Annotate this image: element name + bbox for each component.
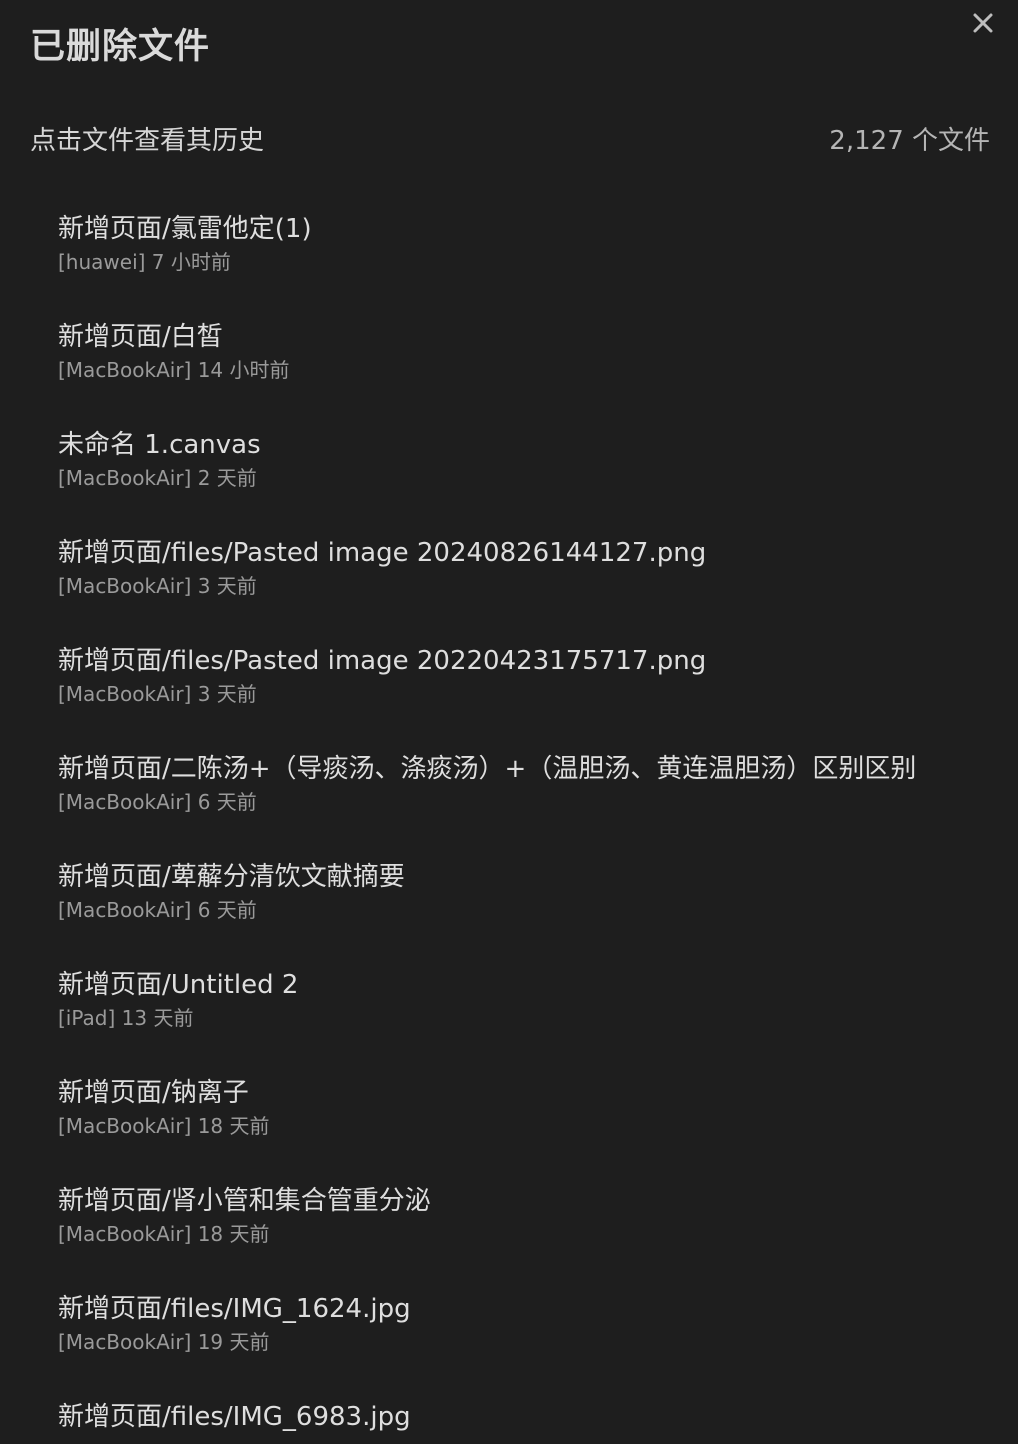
file-name: 新增页面/files/Pasted image 20220423175717.p…: [58, 646, 707, 676]
file-name: 新增页面/肾小管和集合管重分泌: [58, 1186, 431, 1216]
list-item[interactable]: 新增页面/files/Pasted image 20240826144127.p…: [58, 534, 998, 642]
list-item[interactable]: 新增页面/萆薢分清饮文献摘要 [MacBookAir] 6 天前: [58, 858, 998, 966]
file-meta: [huawei] 7 小时前: [58, 250, 231, 274]
file-meta: [MacBookAir] 18 天前: [58, 1222, 270, 1246]
list-item[interactable]: 新增页面/files/Pasted image 20220423175717.p…: [58, 642, 998, 750]
file-name: 新增页面/萆薢分清饮文献摘要: [58, 862, 405, 892]
close-icon: [973, 13, 993, 33]
modal-title: 已删除文件: [30, 27, 211, 67]
file-name: 新增页面/二陈汤+（导痰汤、涤痰汤）+（温胆汤、黄连温胆汤）区别区别: [58, 754, 917, 784]
file-name: 未命名 1.canvas: [58, 430, 261, 460]
list-item[interactable]: 新增页面/氯雷他定(1) [huawei] 7 小时前: [58, 210, 998, 318]
close-button[interactable]: [966, 6, 1000, 40]
file-meta: [MacBookAir] 2 天前: [58, 466, 257, 490]
list-item[interactable]: 新增页面/Untitled 2 [iPad] 13 天前: [58, 966, 998, 1074]
file-meta: [MacBookAir] 6 天前: [58, 898, 257, 922]
file-name: 新增页面/files/IMG_6983.jpg: [58, 1402, 411, 1432]
list-item[interactable]: 新增页面/二陈汤+（导痰汤、涤痰汤）+（温胆汤、黄连温胆汤）区别区别 [MacBo…: [58, 750, 998, 858]
list-item[interactable]: 新增页面/钠离子 [MacBookAir] 18 天前: [58, 1074, 998, 1182]
file-count: 2,127 个文件: [829, 125, 990, 156]
file-meta: [MacBookAir] 3 天前: [58, 682, 257, 706]
file-name: 新增页面/白皙: [58, 322, 223, 352]
file-meta: [iPad] 13 天前: [58, 1006, 194, 1030]
instruction-text: 点击文件查看其历史: [30, 125, 265, 156]
list-item[interactable]: 新增页面/files/IMG_1624.jpg [MacBookAir] 19 天…: [58, 1290, 998, 1398]
subheader: 点击文件查看其历史 2,127 个文件: [30, 118, 990, 158]
file-meta: [MacBookAir] 19 天前: [58, 1330, 270, 1354]
list-item[interactable]: 新增页面/files/IMG_6983.jpg: [58, 1398, 998, 1444]
list-item[interactable]: 新增页面/肾小管和集合管重分泌 [MacBookAir] 18 天前: [58, 1182, 998, 1290]
file-meta: [MacBookAir] 14 小时前: [58, 358, 290, 382]
list-item[interactable]: 未命名 1.canvas [MacBookAir] 2 天前: [58, 426, 998, 534]
deleted-files-modal: 已删除文件 点击文件查看其历史 2,127 个文件 新增页面/氯雷他定(1) [h…: [0, 0, 1018, 1444]
file-name: 新增页面/氯雷他定(1): [58, 214, 312, 244]
deleted-file-list: 新增页面/氯雷他定(1) [huawei] 7 小时前新增页面/白皙 [MacBoo…: [58, 210, 998, 1444]
file-meta: [MacBookAir] 3 天前: [58, 574, 257, 598]
list-item[interactable]: 新增页面/白皙 [MacBookAir] 14 小时前: [58, 318, 998, 426]
file-name: 新增页面/files/IMG_1624.jpg: [58, 1294, 411, 1324]
file-meta: [MacBookAir] 18 天前: [58, 1114, 270, 1138]
file-name: 新增页面/files/Pasted image 20240826144127.p…: [58, 538, 707, 568]
file-name: 新增页面/钠离子: [58, 1078, 249, 1108]
file-name: 新增页面/Untitled 2: [58, 970, 299, 1000]
file-meta: [MacBookAir] 6 天前: [58, 790, 257, 814]
